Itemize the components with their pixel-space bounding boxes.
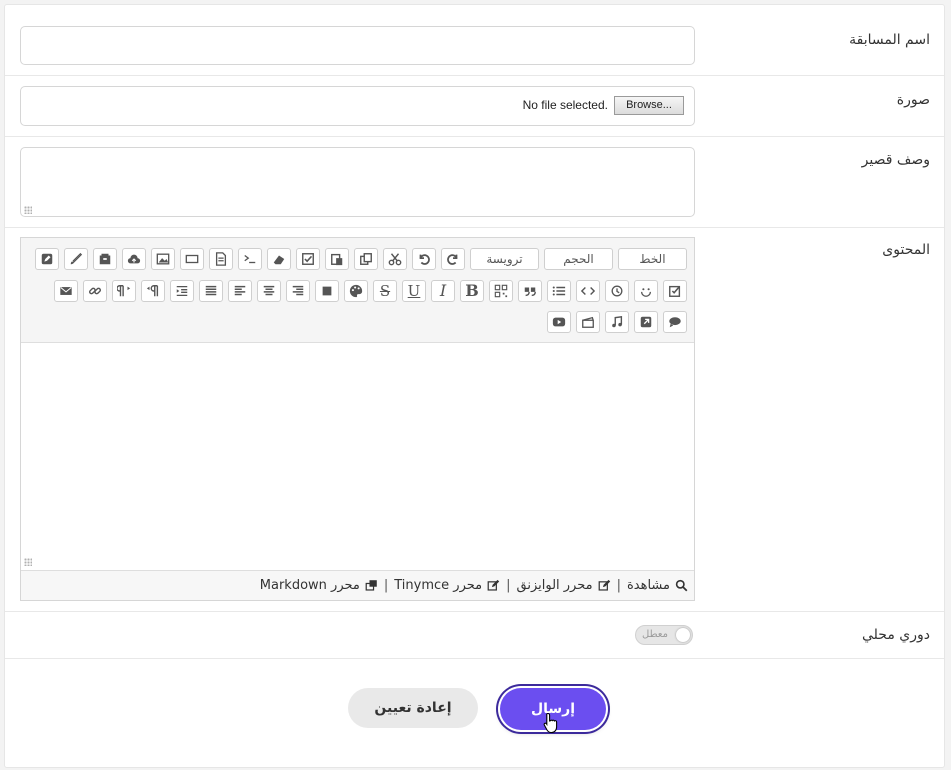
local-league-label: دوري محلي <box>861 627 930 643</box>
edit-box-icon[interactable] <box>35 248 59 270</box>
editor-content-area[interactable] <box>21 343 694 569</box>
short-description-label: وصف قصير <box>861 152 930 168</box>
markdown-mode-link[interactable]: محرر Markdown <box>260 578 378 593</box>
divider <box>5 658 944 659</box>
align-right-icon[interactable] <box>286 280 310 302</box>
divider <box>5 611 944 612</box>
terminal-icon[interactable] <box>238 248 262 270</box>
align-center-icon[interactable] <box>257 280 281 302</box>
browse-button[interactable]: Browse... <box>614 96 684 115</box>
divider <box>5 227 944 228</box>
local-league-toggle[interactable]: معطل <box>635 625 693 645</box>
content-editor: الخط الحجم ترويسة B I U S مشاهدة | محرر … <box>20 237 695 601</box>
external-link-icon[interactable] <box>634 311 658 333</box>
palette-icon[interactable] <box>344 280 368 302</box>
document-icon[interactable] <box>209 248 233 270</box>
short-description-textarea[interactable] <box>20 147 695 217</box>
unordered-list-icon[interactable] <box>547 280 571 302</box>
comment-icon[interactable] <box>663 311 687 333</box>
cloud-upload-icon[interactable] <box>122 248 146 270</box>
smiley-icon[interactable] <box>634 280 658 302</box>
underline-icon[interactable]: U <box>402 280 426 302</box>
size-dropdown[interactable]: الحجم <box>544 248 613 270</box>
box-icon[interactable] <box>93 248 117 270</box>
music-icon[interactable] <box>605 311 629 333</box>
block-icon[interactable] <box>315 280 339 302</box>
editor-toolbar: الخط الحجم ترويسة B I U S <box>21 238 694 343</box>
youtube-icon[interactable] <box>547 311 571 333</box>
reset-button[interactable]: إعادة تعيين <box>348 688 478 728</box>
code-icon[interactable] <box>576 280 600 302</box>
heading-dropdown[interactable]: ترويسة <box>470 248 539 270</box>
edit-icon <box>598 579 610 591</box>
content-label: المحتوى <box>882 242 930 258</box>
indent-icon[interactable] <box>170 280 194 302</box>
font-dropdown[interactable]: الخط <box>618 248 687 270</box>
history-icon[interactable] <box>605 280 629 302</box>
image-file-input[interactable]: Browse... No file selected. <box>20 86 695 126</box>
resize-grip-icon[interactable] <box>24 206 32 214</box>
competition-name-label: اسم المسابقة <box>849 32 930 48</box>
email-icon[interactable] <box>54 280 78 302</box>
divider <box>5 136 944 137</box>
cut-icon[interactable] <box>383 248 407 270</box>
image-label: صورة <box>896 92 930 108</box>
clapperboard-icon[interactable] <box>576 311 600 333</box>
search-icon <box>675 579 688 592</box>
strikethrough-icon[interactable]: S <box>373 280 397 302</box>
editor-mode-bar: مشاهدة | محرر الوايزنق | محرر Tinymce | … <box>21 570 694 600</box>
bold-icon[interactable]: B <box>460 280 484 302</box>
hand-cursor-icon <box>543 712 558 734</box>
align-justify-icon[interactable] <box>199 280 223 302</box>
image-icon[interactable] <box>151 248 175 270</box>
toggle-state-text: معطل <box>642 629 668 640</box>
undo-icon[interactable] <box>412 248 436 270</box>
paste-icon[interactable] <box>325 248 349 270</box>
editor-resize-grip-icon[interactable] <box>24 558 32 566</box>
tinymce-mode-link[interactable]: محرر Tinymce <box>394 578 500 593</box>
toggle-knob <box>676 628 690 642</box>
eraser-icon[interactable] <box>267 248 291 270</box>
align-left-icon[interactable] <box>228 280 252 302</box>
divider <box>5 75 944 76</box>
windows-icon <box>365 580 377 591</box>
competition-name-input[interactable] <box>20 26 695 65</box>
paragraph-ltr-icon[interactable] <box>112 280 136 302</box>
rectangle-icon[interactable] <box>180 248 204 270</box>
checked-edit-icon[interactable] <box>663 280 687 302</box>
form-card: اسم المسابقة صورة Browse... No file sele… <box>4 4 945 768</box>
copy-icon[interactable] <box>354 248 378 270</box>
preview-mode-link[interactable]: مشاهدة <box>627 578 688 593</box>
quote-icon[interactable] <box>518 280 542 302</box>
link-icon[interactable] <box>83 280 107 302</box>
no-file-text: No file selected. <box>522 98 608 112</box>
paragraph-rtl-icon[interactable] <box>141 280 165 302</box>
brush-icon[interactable] <box>64 248 88 270</box>
italic-icon[interactable]: I <box>431 280 455 302</box>
redo-icon[interactable] <box>441 248 465 270</box>
qrcode-icon[interactable] <box>489 280 513 302</box>
wysiwyg-mode-link[interactable]: محرر الوايزنق <box>517 578 611 593</box>
checkbox-icon[interactable] <box>296 248 320 270</box>
edit-icon <box>487 579 500 591</box>
